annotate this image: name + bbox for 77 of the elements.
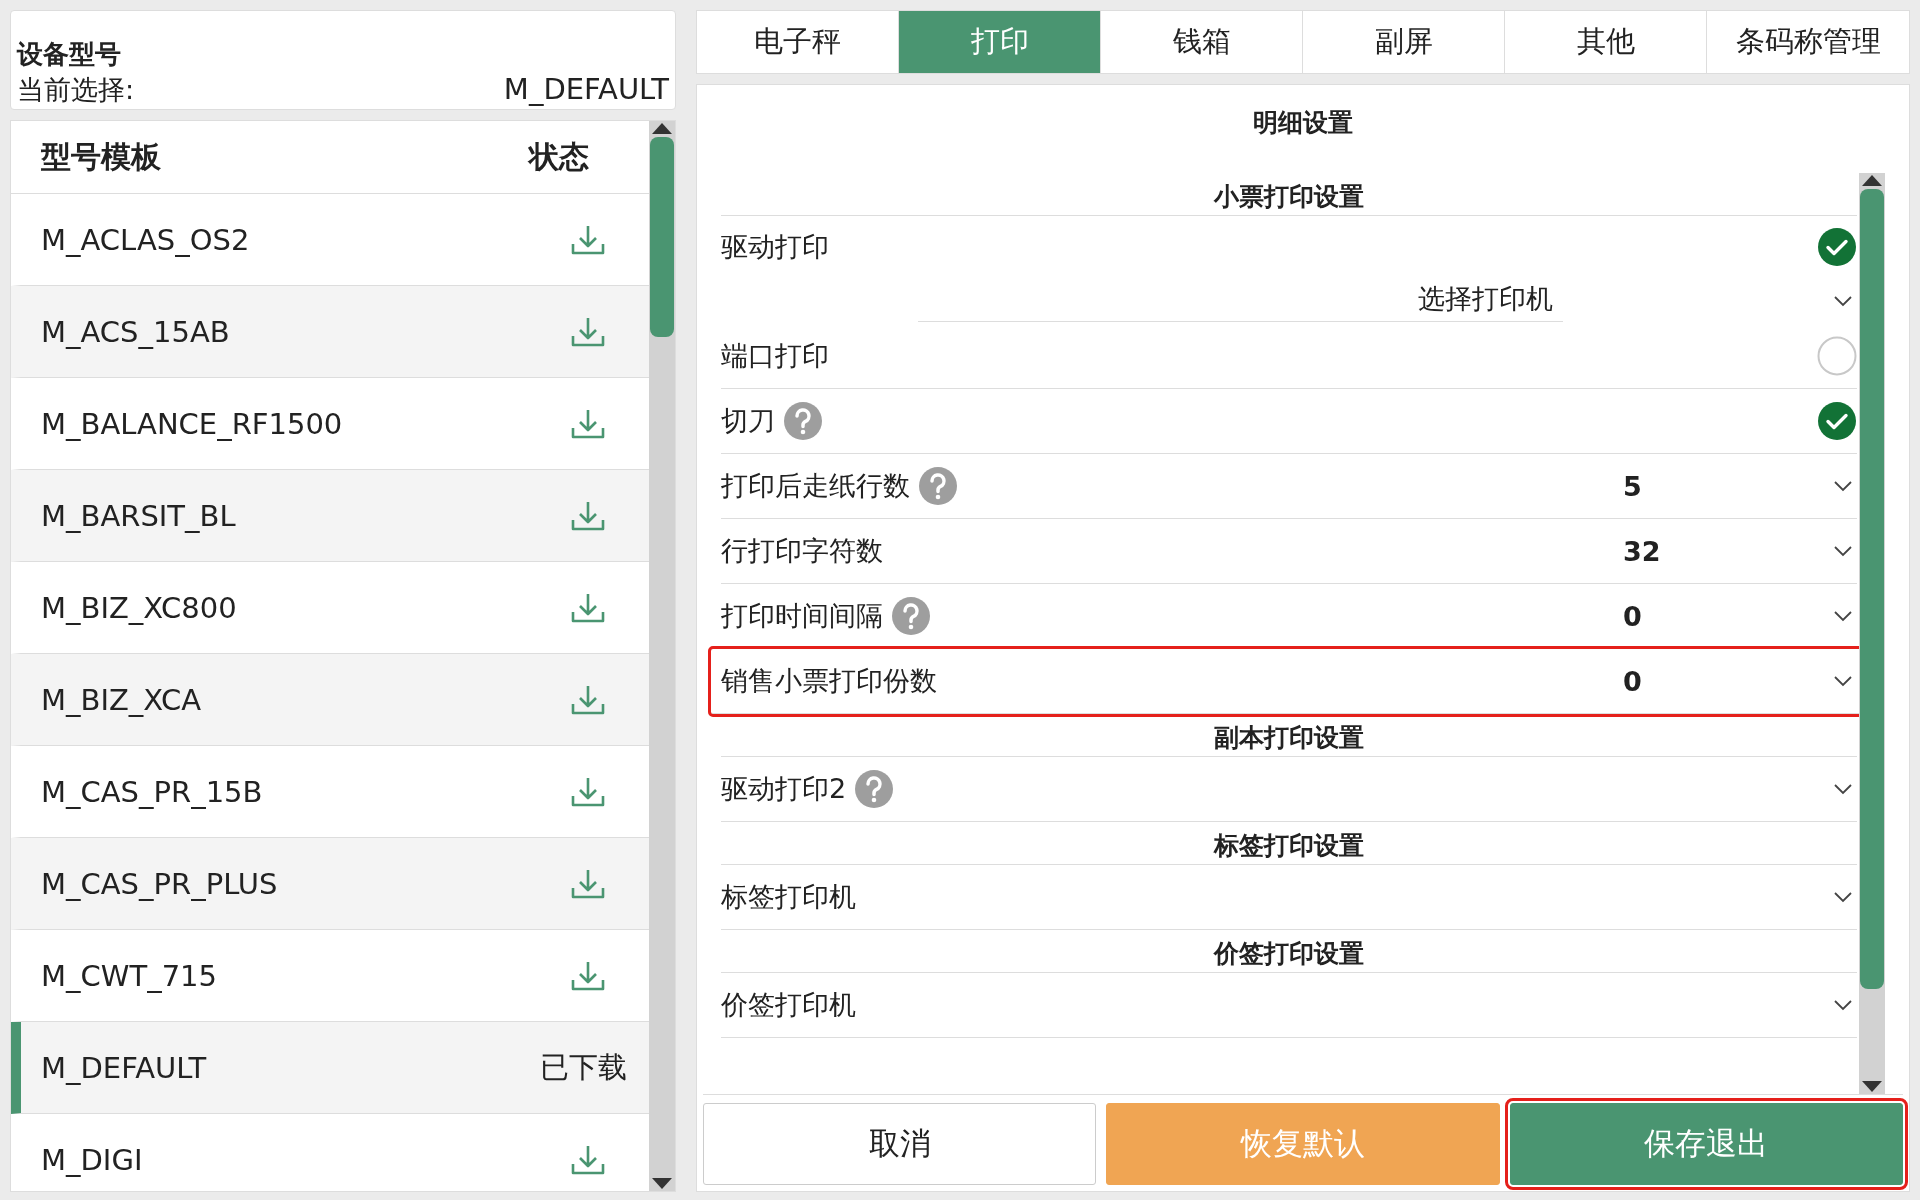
download-icon[interactable] bbox=[571, 683, 605, 716]
scroll-up-icon[interactable] bbox=[650, 121, 674, 135]
download-icon[interactable] bbox=[571, 407, 605, 440]
model-name: M_CAS_PR_15B bbox=[41, 774, 264, 809]
checked-icon[interactable] bbox=[1817, 401, 1857, 441]
model-name: M_BARSIT_BL bbox=[41, 498, 237, 533]
scroll-up-icon[interactable] bbox=[1860, 173, 1884, 187]
status-text: 已下载 bbox=[540, 1048, 627, 1086]
section-title: 价签打印设置 bbox=[721, 930, 1857, 973]
model-name: M_DEFAULT bbox=[41, 1050, 208, 1085]
cancel-button[interactable]: 取消 bbox=[703, 1103, 1097, 1185]
model-name: M_DIGI bbox=[41, 1142, 144, 1177]
checked-icon[interactable] bbox=[1817, 227, 1857, 267]
setting-label: 标签打印机 bbox=[721, 880, 856, 914]
select-value[interactable]: 0 bbox=[1623, 600, 1833, 632]
setting-label: 打印时间间隔 bbox=[721, 599, 883, 633]
scrollbar-thumb[interactable] bbox=[650, 137, 674, 337]
model-name: M_ACS_15AB bbox=[41, 314, 231, 349]
chevron-down-icon[interactable] bbox=[1833, 675, 1853, 687]
chevron-down-icon[interactable] bbox=[1833, 999, 1853, 1011]
column-header: 状态 bbox=[529, 137, 590, 176]
setting-label: 打印后走纸行数 bbox=[721, 469, 910, 503]
section-title: 小票打印设置 bbox=[721, 173, 1857, 216]
download-icon[interactable] bbox=[571, 775, 605, 808]
chevron-down-icon[interactable] bbox=[1833, 480, 1853, 492]
model-name: M_BIZ_XCA bbox=[41, 682, 203, 717]
panel-title: 明细设置 bbox=[1252, 106, 1354, 139]
select-value[interactable]: 0 bbox=[1623, 665, 1833, 697]
setting-label: 驱动打印2 bbox=[721, 772, 847, 806]
device-title: 设备型号 bbox=[17, 38, 122, 71]
current-value: M_DEFAULT bbox=[503, 71, 669, 107]
model-row[interactable]: M_ACS_15AB bbox=[11, 286, 649, 378]
setting-label: 销售小票打印份数 bbox=[721, 664, 937, 698]
tab[interactable]: 打印 bbox=[899, 11, 1101, 73]
setting-label: 端口打印 bbox=[721, 339, 829, 373]
download-icon[interactable] bbox=[571, 959, 605, 992]
setting-label: 切刀 bbox=[721, 404, 775, 438]
section-title: 标签打印设置 bbox=[721, 822, 1857, 865]
model-name: M_CWT_715 bbox=[41, 958, 218, 993]
download-icon[interactable] bbox=[571, 223, 605, 256]
select-value[interactable]: 5 bbox=[1623, 470, 1833, 502]
chevron-down-icon[interactable] bbox=[1833, 891, 1853, 903]
help-icon[interactable] bbox=[783, 401, 823, 441]
help-icon[interactable] bbox=[854, 769, 895, 809]
model-row[interactable]: M_DEFAULT 已下载 bbox=[11, 1022, 649, 1114]
scrollbar-thumb[interactable] bbox=[1860, 189, 1884, 989]
scroll-down-icon[interactable] bbox=[1860, 1080, 1884, 1094]
unchecked-icon[interactable] bbox=[1817, 336, 1857, 376]
column-header: 型号模板 bbox=[41, 137, 162, 176]
scrollbar-track[interactable] bbox=[1859, 173, 1885, 1094]
current-label: 当前选择: bbox=[17, 73, 135, 107]
download-icon[interactable] bbox=[571, 867, 605, 900]
model-row[interactable]: M_BIZ_XCA bbox=[11, 654, 649, 746]
download-icon[interactable] bbox=[571, 591, 605, 624]
model-row[interactable]: M_BARSIT_BL bbox=[11, 470, 649, 562]
chevron-down-icon[interactable] bbox=[1833, 783, 1853, 795]
download-icon[interactable] bbox=[571, 499, 605, 532]
model-name: M_CAS_PR_PLUS bbox=[41, 866, 279, 901]
chevron-down-icon[interactable] bbox=[1833, 545, 1853, 557]
setting-label: 行打印字符数 bbox=[721, 534, 883, 568]
scrollbar-track[interactable] bbox=[649, 121, 675, 1191]
help-icon[interactable] bbox=[891, 596, 931, 636]
printer-picker[interactable]: 选择打印机 bbox=[918, 280, 1563, 322]
help-icon[interactable] bbox=[918, 466, 958, 506]
scroll-down-icon[interactable] bbox=[650, 1177, 674, 1191]
model-name: M_BALANCE_RF1500 bbox=[41, 406, 344, 441]
setting-label: 驱动打印 bbox=[721, 230, 829, 264]
download-icon[interactable] bbox=[571, 315, 605, 348]
setting-label: 价签打印机 bbox=[721, 988, 856, 1022]
select-value[interactable]: 32 bbox=[1623, 535, 1833, 567]
chevron-down-icon[interactable] bbox=[1833, 295, 1853, 307]
download-icon[interactable] bbox=[571, 1143, 605, 1176]
model-row[interactable]: M_CAS_PR_PLUS bbox=[11, 838, 649, 930]
section-title: 副本打印设置 bbox=[721, 714, 1857, 757]
model-name: M_BIZ_XC800 bbox=[41, 590, 238, 625]
model-name: M_ACLAS_OS2 bbox=[41, 222, 251, 257]
chevron-down-icon[interactable] bbox=[1833, 610, 1853, 622]
